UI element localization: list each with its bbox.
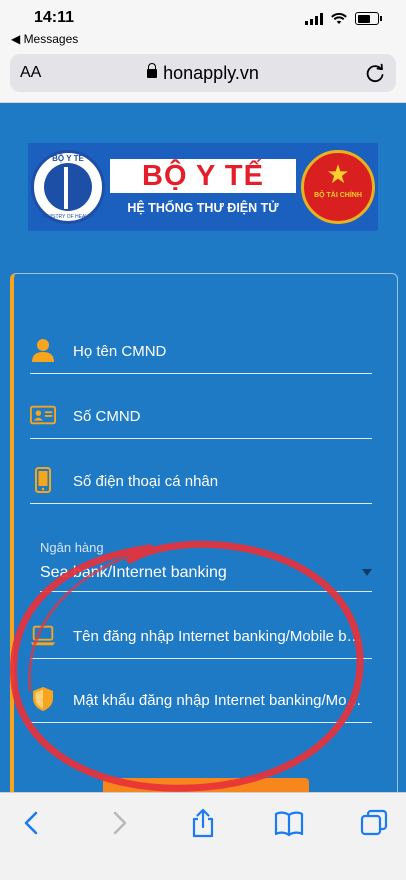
caduceus-icon (64, 167, 68, 209)
bank-label: Ngân hàng (40, 540, 104, 555)
bookmarks-icon[interactable] (273, 807, 305, 839)
header-banner: BỘ Y TẾ MINISTRY OF HEALTH BỘ Y TẾ HỆ TH… (28, 143, 378, 231)
status-icons (305, 12, 382, 25)
emblem-text: BỘ TÀI CHÍNH (314, 192, 362, 199)
wifi-icon (331, 12, 347, 24)
banking-username-field[interactable]: Tên đăng nhập Internet banking/Mobile ba… (30, 620, 372, 659)
shield-icon (33, 687, 53, 711)
address-bar-container: AA honapply.vn (0, 52, 406, 103)
status-bar: 14:11 ◀ Messages (0, 0, 406, 52)
bank-select[interactable]: Sea bank/Internet banking (40, 555, 372, 592)
address-bar[interactable]: AA honapply.vn (10, 54, 396, 92)
banking-password-placeholder: Mật khẩu đăng nhập Internet banking/Mobi… (73, 692, 369, 709)
id-number-placeholder: Số CMND (73, 408, 141, 425)
logo-top-text: BỘ Y TẾ (52, 154, 84, 163)
full-name-placeholder: Họ tên CMND (73, 343, 167, 360)
cellular-signal-icon (305, 12, 323, 25)
full-name-field[interactable]: Họ tên CMND (30, 335, 372, 374)
reload-icon[interactable] (364, 62, 386, 84)
laptop-icon (30, 625, 56, 646)
star-icon: ★ (326, 159, 350, 189)
mobile-phone-icon (35, 467, 51, 493)
back-chevron-icon[interactable] (16, 807, 48, 839)
logo-inner-circle (44, 163, 92, 211)
lock-icon (147, 63, 158, 78)
ministry-of-finance-emblem: ★ BỘ TÀI CHÍNH (301, 150, 375, 224)
banner-subtitle: HỆ THỐNG THƯ ĐIỆN TỬ (127, 201, 279, 215)
id-card-icon (30, 405, 56, 425)
status-time: 14:11 (34, 9, 75, 26)
tabs-icon[interactable] (358, 807, 390, 839)
back-to-messages-label: Messages (23, 32, 79, 46)
forward-chevron-icon[interactable] (103, 807, 135, 839)
person-icon (32, 339, 54, 362)
id-number-field[interactable]: Số CMND (30, 400, 372, 439)
url-text: honapply.vn (163, 63, 259, 83)
battery-tip (380, 16, 382, 21)
back-to-messages[interactable]: ◀ Messages (11, 32, 78, 46)
phone-placeholder: Số điện thoại cá nhân (73, 473, 219, 490)
ministry-of-health-logo: BỘ Y TẾ MINISTRY OF HEALTH (31, 150, 105, 224)
dropdown-caret-icon (362, 569, 372, 576)
url-display[interactable]: honapply.vn (10, 63, 396, 84)
phone-field[interactable]: Số điện thoại cá nhân (30, 465, 372, 504)
banking-password-field[interactable]: Mật khẩu đăng nhập Internet banking/Mobi… (30, 684, 372, 723)
battery-icon (355, 12, 379, 25)
logo-bottom-text: MINISTRY OF HEALTH (41, 214, 95, 220)
banner-title: BỘ Y TẾ (110, 159, 296, 193)
share-icon[interactable] (187, 807, 219, 839)
banking-username-placeholder: Tên đăng nhập Internet banking/Mobile ba… (73, 628, 369, 645)
browser-toolbar (0, 792, 406, 880)
bank-selected-value: Sea bank/Internet banking (40, 564, 227, 581)
